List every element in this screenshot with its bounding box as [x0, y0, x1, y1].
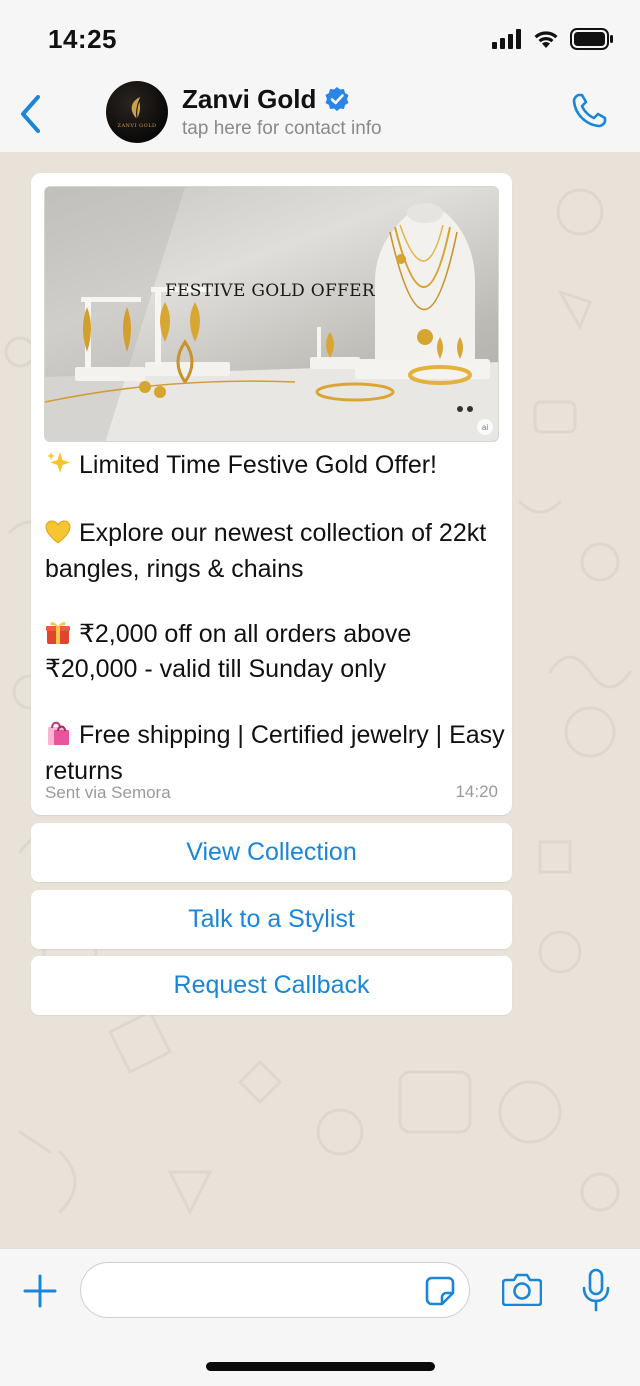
shopping-bags-emoji — [45, 718, 71, 755]
ai-badge: ai — [477, 419, 493, 435]
message-input[interactable] — [80, 1262, 470, 1318]
plus-icon — [23, 1274, 57, 1308]
status-time: 14:25 — [48, 24, 117, 54]
verified-badge-icon — [324, 86, 350, 117]
jewelry-display-image — [45, 187, 498, 441]
sticker-button[interactable] — [424, 1275, 456, 1307]
message-image[interactable]: FESTIVE GOLD OFFER ai — [44, 186, 499, 442]
paragraph-text: Explore our newest collection of 22kt ba… — [45, 519, 487, 583]
quick-reply-talk-to-stylist[interactable]: Talk to a Stylist — [31, 890, 512, 949]
phone-icon — [572, 93, 607, 128]
contact-name[interactable]: Zanvi Gold — [182, 84, 316, 115]
sticker-icon — [425, 1276, 455, 1306]
message-bubble[interactable]: FESTIVE GOLD OFFER ai Limited Time Festi… — [31, 173, 512, 815]
message-paragraph: Explore our newest collection of 22kt ba… — [45, 517, 505, 585]
avatar-brand-text: ZANVI GOLD — [117, 123, 157, 129]
paragraph-text: Limited Time Festive Gold Offer! — [79, 451, 437, 479]
yellow-heart-emoji — [45, 520, 71, 553]
microphone-icon — [582, 1268, 610, 1312]
sparkles-emoji — [45, 450, 71, 485]
camera-button[interactable] — [500, 1269, 544, 1309]
gift-emoji — [45, 619, 71, 654]
message-timestamp: 14:20 — [455, 782, 498, 801]
camera-icon — [502, 1273, 542, 1306]
quick-reply-view-collection[interactable]: View Collection — [31, 823, 512, 882]
message-paragraph: ₹2,000 off on all orders above ₹20,000 -… — [45, 618, 505, 686]
cellular-signal-icon — [492, 29, 522, 54]
contact-subtitle[interactable]: tap here for contact info — [182, 118, 382, 140]
leaf-logo-icon — [131, 97, 141, 120]
chat-area[interactable]: FESTIVE GOLD OFFER ai Limited Time Festi… — [0, 152, 640, 1248]
wifi-icon — [532, 29, 560, 54]
message-input-bar — [0, 1248, 640, 1386]
chat-header: ZANVI GOLD Zanvi Gold tap here for conta… — [0, 76, 640, 152]
message-paragraph: Limited Time Festive Gold Offer! — [45, 449, 505, 485]
message-text: Limited Time Festive Gold Offer! Explore… — [45, 449, 505, 787]
status-bar: 14:25 — [0, 0, 640, 76]
voice-message-button[interactable] — [576, 1267, 616, 1313]
battery-icon — [570, 28, 614, 55]
attach-button[interactable] — [20, 1271, 60, 1311]
voice-call-button[interactable] — [568, 88, 610, 134]
image-caption: FESTIVE GOLD OFFER — [165, 281, 375, 301]
paragraph-text: Free shipping | Certified jewelry | Easy… — [45, 721, 505, 785]
paragraph-text: ₹2,000 off on all orders above ₹20,000 -… — [45, 619, 412, 684]
back-button[interactable] — [12, 88, 48, 140]
message-paragraph: Free shipping | Certified jewelry | Easy… — [45, 718, 505, 787]
sent-via-label: Sent via Semora — [45, 783, 171, 802]
quick-reply-request-callback[interactable]: Request Callback — [31, 956, 512, 1015]
status-icons — [492, 28, 614, 55]
avatar[interactable]: ZANVI GOLD — [106, 81, 168, 143]
chevron-left-icon — [21, 95, 40, 133]
home-indicator — [206, 1362, 435, 1371]
